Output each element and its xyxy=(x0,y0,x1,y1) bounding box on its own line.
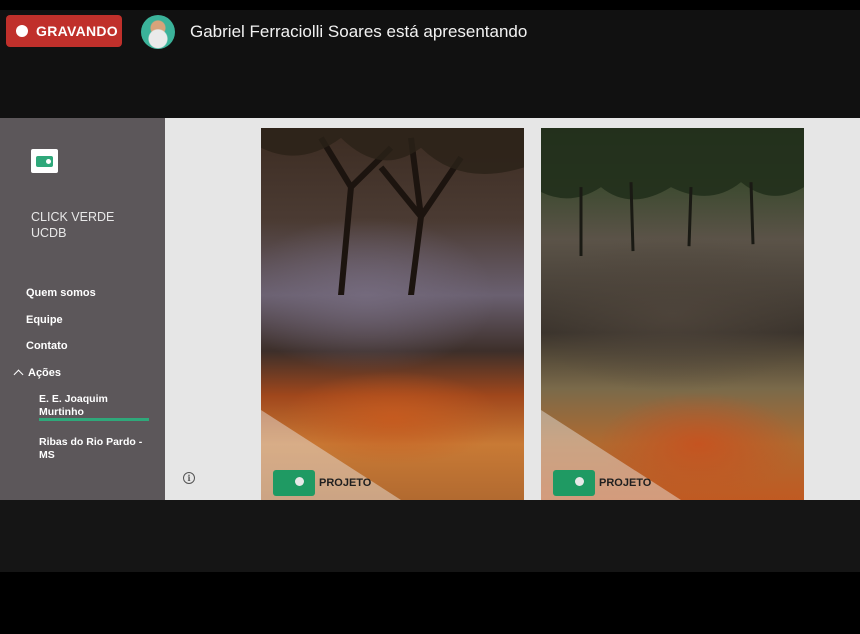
camera-logo-icon[interactable] xyxy=(31,149,58,173)
nav-equipe[interactable]: Equipe xyxy=(26,314,63,326)
meeting-bottom-bar xyxy=(0,500,860,572)
site-title: CLICK VERDE UCDB xyxy=(31,210,115,240)
burnt-ground-photo[interactable]: PROJETO xyxy=(541,128,804,500)
presenter-text: Gabriel Ferraciolli Soares está apresent… xyxy=(190,22,528,41)
site-sidebar: CLICK VERDE UCDB Quem somos Equipe Conta… xyxy=(0,118,165,500)
forest-fire-photo[interactable]: PROJETO xyxy=(261,128,524,500)
info-icon[interactable]: i xyxy=(183,472,195,484)
shared-screen: CLICK VERDE UCDB Quem somos Equipe Conta… xyxy=(0,118,860,500)
active-indicator xyxy=(39,418,149,421)
presenter-avatar[interactable] xyxy=(141,15,175,49)
projeto-brand: PROJETO xyxy=(273,470,371,496)
bottom-letterbox xyxy=(0,572,860,634)
top-letterbox xyxy=(0,0,860,10)
nav-quem-somos[interactable]: Quem somos xyxy=(26,287,96,299)
nav-contato[interactable]: Contato xyxy=(26,340,68,352)
camera-brand-icon xyxy=(273,470,315,496)
sub-item-ribas-do-rio-pardo[interactable]: Ribas do Rio Pardo - MS xyxy=(39,436,149,462)
tree-silhouette-icon xyxy=(261,128,524,296)
chevron-up-icon xyxy=(13,369,24,380)
brand-text: PROJETO xyxy=(599,477,652,489)
meeting-top-bar: GRAVANDO Gabriel Ferraciolli Soares está… xyxy=(0,0,860,118)
camera-brand-icon xyxy=(553,470,595,496)
sub-item-joaquim-murtinho[interactable]: E. E. Joaquim Murtinho xyxy=(39,393,149,419)
projeto-brand: PROJETO xyxy=(553,470,651,496)
brand-text: PROJETO xyxy=(319,477,372,489)
recording-label: GRAVANDO xyxy=(36,23,118,39)
recording-badge: GRAVANDO xyxy=(6,15,122,47)
nav-acoes[interactable]: Ações xyxy=(13,367,62,380)
recording-dot-icon xyxy=(16,25,28,37)
forest-silhouette-icon xyxy=(541,128,804,257)
nav-acoes-label: Ações xyxy=(28,367,62,379)
